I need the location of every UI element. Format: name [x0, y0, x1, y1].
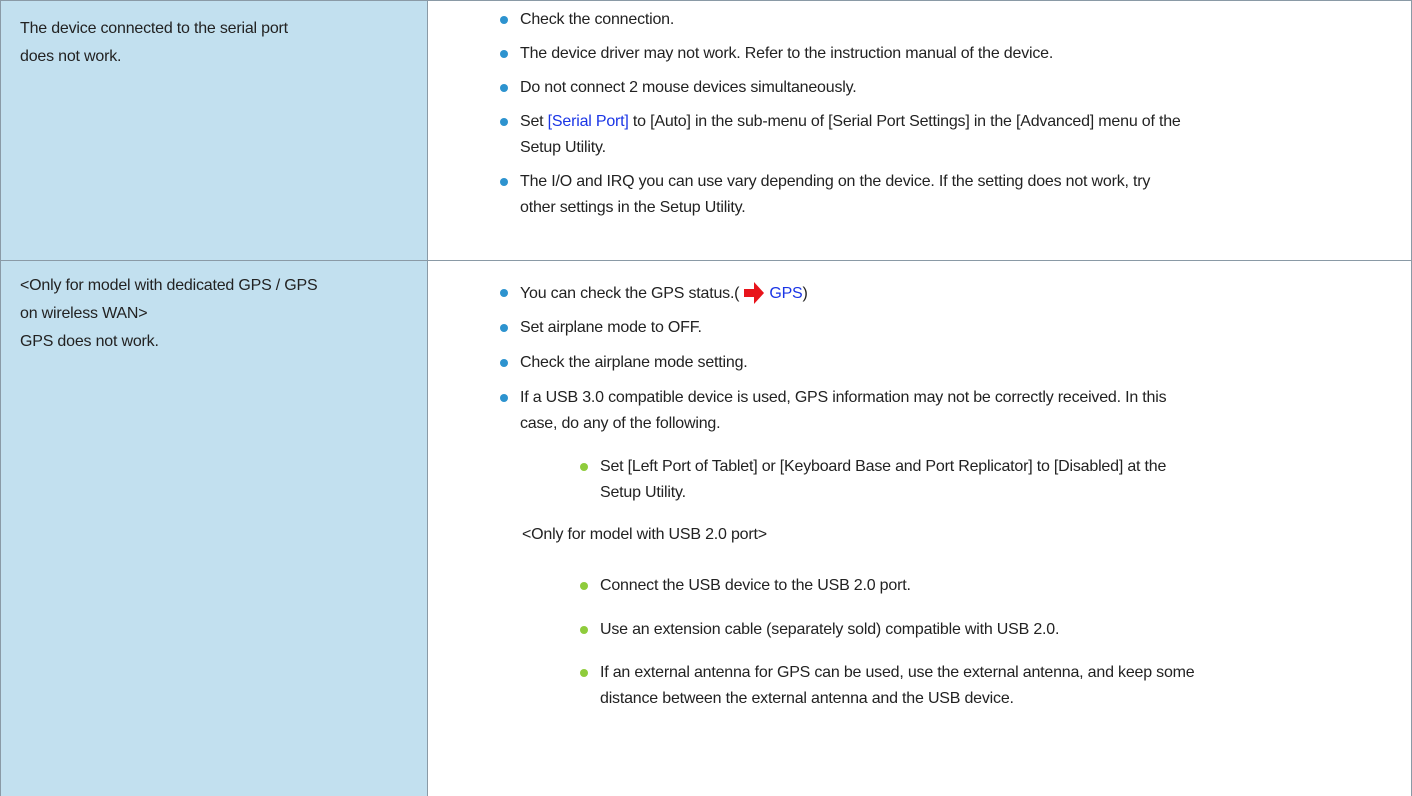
- list-item-text: Check the airplane mode setting.: [520, 354, 748, 371]
- sub-list-item: If an external antenna for GPS can be us…: [580, 660, 1399, 712]
- list-item-text: Set: [520, 113, 548, 130]
- gps-link[interactable]: GPS: [769, 285, 802, 302]
- list-item-text: Setup Utility.: [520, 139, 606, 156]
- red-arrow-icon: [744, 282, 765, 304]
- bullet-icon: [500, 324, 508, 332]
- bullet-icon: [500, 394, 508, 402]
- list-item-text: to [Auto] in the sub-menu of [Serial Por…: [628, 113, 1181, 130]
- list-item-text: Use an extension cable (separately sold)…: [600, 621, 1060, 638]
- list-item-text: ): [802, 285, 808, 302]
- list-item: Set airplane mode to OFF.: [500, 315, 1399, 341]
- sub-list-item: Use an extension cable (separately sold)…: [580, 617, 1399, 643]
- list-item: Check the connection.: [500, 7, 1399, 33]
- list-item: The device driver may not work. Refer to…: [500, 41, 1399, 67]
- problem-text: <Only for model with dedicated GPS / GPS…: [20, 277, 318, 350]
- list-item: The I/O and IRQ you can use vary dependi…: [500, 169, 1399, 221]
- list-item: Check the airplane mode setting.: [500, 350, 1399, 376]
- sub-bullet-icon: [580, 626, 588, 634]
- bullet-icon: [500, 359, 508, 367]
- sub-list-item: Set [Left Port of Tablet] or [Keyboard B…: [580, 454, 1399, 506]
- list-item-text: You can check the GPS status.(: [520, 285, 740, 302]
- list-item: Set [Serial Port] to [Auto] in the sub-m…: [500, 109, 1399, 161]
- list-item-text: Set airplane mode to OFF.: [520, 319, 702, 336]
- table-row: The device connected to the serial port …: [1, 1, 1411, 261]
- list-item-text: The I/O and IRQ you can use vary dependi…: [520, 173, 1151, 190]
- list-item: Do not connect 2 mouse devices simultane…: [500, 75, 1399, 101]
- list-item: You can check the GPS status.( GPS): [500, 280, 1399, 307]
- solution-cell: You can check the GPS status.( GPS) Set a…: [428, 261, 1411, 796]
- problem-text: The device connected to the serial port …: [20, 20, 288, 65]
- list-item-text: Do not connect 2 mouse devices simultane…: [520, 79, 857, 96]
- problem-cell: The device connected to the serial port …: [1, 1, 428, 260]
- sub-bullet-icon: [580, 669, 588, 677]
- bullet-icon: [500, 16, 508, 24]
- list-item-text: If an external antenna for GPS can be us…: [600, 664, 1195, 681]
- bullet-icon: [500, 84, 508, 92]
- table-row: <Only for model with dedicated GPS / GPS…: [1, 261, 1411, 796]
- sub-list-item: Connect the USB device to the USB 2.0 po…: [580, 573, 1399, 599]
- problem-cell: <Only for model with dedicated GPS / GPS…: [1, 261, 428, 796]
- list-item-text: The device driver may not work. Refer to…: [520, 45, 1054, 62]
- serial-port-link[interactable]: [Serial Port]: [548, 113, 629, 130]
- list-item-text: Set [Left Port of Tablet] or [Keyboard B…: [600, 458, 1167, 475]
- list-item: If a USB 3.0 compatible device is used, …: [500, 385, 1399, 437]
- bullet-icon: [500, 118, 508, 126]
- bullet-icon: [500, 289, 508, 297]
- sub-bullet-icon: [580, 463, 588, 471]
- troubleshooting-table: The device connected to the serial port …: [0, 0, 1412, 796]
- list-item-text: If a USB 3.0 compatible device is used, …: [520, 389, 1167, 406]
- sub-bullet-icon: [580, 582, 588, 590]
- list-item-text: Connect the USB device to the USB 2.0 po…: [600, 577, 911, 594]
- bullet-icon: [500, 50, 508, 58]
- list-item-text: distance between the external antenna an…: [600, 690, 1014, 707]
- list-item-text: Setup Utility.: [600, 484, 686, 501]
- note-text: <Only for model with USB 2.0 port>: [522, 526, 767, 543]
- list-item-text: Check the connection.: [520, 11, 675, 28]
- solution-cell: Check the connection. The device driver …: [428, 1, 1411, 260]
- list-item-text: other settings in the Setup Utility.: [520, 199, 746, 216]
- list-item-text: case, do any of the following.: [520, 415, 721, 432]
- bullet-icon: [500, 178, 508, 186]
